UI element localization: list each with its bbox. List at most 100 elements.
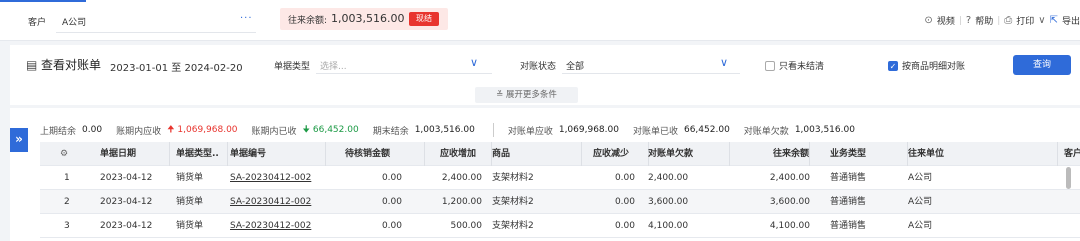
col-unit[interactable]: 往来单位 xyxy=(908,142,1058,166)
chevron-down-icon[interactable]: ∨ xyxy=(720,56,728,69)
arrow-up-icon: 🠉 xyxy=(167,125,175,135)
doc-type-underline xyxy=(316,73,492,74)
only-unsettled-label: 只看未结清 xyxy=(779,62,825,72)
row-index: 3 xyxy=(64,221,70,231)
cell-owed: 3,600.00 xyxy=(648,197,689,207)
col-pending[interactable]: 待核销金额 xyxy=(345,142,425,166)
stmt-owed-value: 1,003,516.00 xyxy=(794,125,855,135)
cell-owed: 2,400.00 xyxy=(648,173,689,183)
period-receivable-value: 🠉 1,069,968.00 xyxy=(167,122,237,138)
doc-no-link[interactable]: SA-20230412-002 xyxy=(230,190,326,214)
help-button[interactable]: 帮助 xyxy=(975,14,993,27)
help-icon: ? xyxy=(965,15,972,26)
balance-value: 1,003,516.00 xyxy=(331,12,405,25)
double-chevron-down-icon: ≚ xyxy=(496,90,504,100)
print-button[interactable]: 打印 xyxy=(1016,14,1034,27)
opening-label: 上期结余 xyxy=(40,126,77,137)
col-balance[interactable]: 往来余额 xyxy=(740,142,810,166)
table-scrollbar[interactable] xyxy=(1066,167,1071,189)
only-unsettled-checkbox[interactable]: 只看未结清 xyxy=(765,59,824,72)
closing-value: 1,003,516.00 xyxy=(414,125,475,135)
col-customer[interactable]: 客户 xyxy=(1064,142,1080,166)
status-select[interactable]: 全部 xyxy=(566,59,584,72)
col-owed[interactable]: 对账单欠款 xyxy=(648,142,730,166)
period-receivable-amount: 1,069,968.00 xyxy=(177,125,238,135)
col-rec-dec[interactable]: 应收减少 xyxy=(593,142,649,166)
date-range[interactable]: 2023-01-01 至 2024-02-20 xyxy=(110,59,243,74)
chevron-down-icon[interactable]: ∨ xyxy=(1038,15,1045,26)
video-button[interactable]: 视频 xyxy=(937,14,955,27)
balance-label: 往来余额: xyxy=(288,16,328,26)
cell-balance: 3,600.00 xyxy=(769,197,810,207)
stmt-owed-label: 对账单欠款 xyxy=(743,126,789,137)
checkbox-box[interactable] xyxy=(765,60,775,71)
table-header: ⚙ 单据日期 单据类型.. 单据编号 待核销金额 应收增加 商品 应收减少 对账… xyxy=(40,142,1080,166)
customer-more-button[interactable]: ··· xyxy=(240,13,253,24)
col-date[interactable]: 单据日期 xyxy=(100,142,170,166)
cell-type: 销货单 xyxy=(176,173,204,183)
customer-label: 客户 xyxy=(28,18,47,28)
cell-rec-inc: 1,200.00 xyxy=(441,197,482,207)
chevron-down-icon[interactable]: ∨ xyxy=(470,56,478,69)
closing-label: 期末结余 xyxy=(372,126,409,137)
cell-rec-dec: 0.00 xyxy=(614,221,635,231)
settings-icon[interactable]: ⚙ xyxy=(60,142,74,166)
col-goods[interactable]: 商品 xyxy=(492,142,582,166)
status-underline xyxy=(562,73,740,74)
stmt-received-label: 对账单已收 xyxy=(632,126,678,137)
stmt-received-value: 66,452.00 xyxy=(683,125,730,135)
cell-type: 销货单 xyxy=(176,221,204,231)
row-index: 2 xyxy=(64,197,70,207)
opening-value: 0.00 xyxy=(82,125,103,135)
stmt-receivable-value: 1,069,968.00 xyxy=(558,125,619,135)
status-label: 对账状态 xyxy=(520,62,557,72)
page-title-text: 查看对账单 xyxy=(41,58,102,72)
cell-unit: A公司 xyxy=(908,221,933,231)
doc-type-select[interactable]: 选择... xyxy=(320,59,490,72)
summary-bar: 上期结余 0.00 账期内应收 🠉 1,069,968.00 账期内已收 🠋 6… xyxy=(40,122,869,138)
toolbar-divider: | xyxy=(997,15,1001,26)
print-icon: ⎙ xyxy=(1004,15,1013,26)
checkmark-icon[interactable]: ✓ xyxy=(888,60,898,71)
content-panel: » 上期结余 0.00 账期内应收 🠉 1,069,968.00 账期内已收 🠋… xyxy=(10,108,1080,241)
table-row[interactable]: 1 2023-04-12 销货单 SA-20230412-002 0.00 2,… xyxy=(40,166,1080,190)
table-row[interactable]: 3 2023-04-12 销货单 SA-20230412-002 0.00 50… xyxy=(40,214,1080,238)
customer-field[interactable]: A公司 xyxy=(62,15,86,28)
cash-settle-button[interactable]: 现结 xyxy=(409,12,439,26)
by-item-label: 按商品明细对账 xyxy=(902,62,966,72)
by-item-checkbox[interactable]: ✓ 按商品明细对账 xyxy=(888,59,965,72)
col-doc-no[interactable]: 单据编号 xyxy=(230,142,326,166)
cell-balance: 4,100.00 xyxy=(769,221,810,231)
row-index: 1 xyxy=(64,173,70,183)
filter-panel: ▤ 查看对账单 2023-01-01 至 2024-02-20 单据类型 选择..… xyxy=(10,45,1080,105)
cell-rec-inc: 2,400.00 xyxy=(441,173,482,183)
balance-box: 往来余额: 1,003,516.00 现结 xyxy=(280,8,448,30)
col-rec-inc[interactable]: 应收增加 xyxy=(440,142,492,166)
export-button[interactable]: 导出 xyxy=(1062,14,1080,27)
doc-no-link[interactable]: SA-20230412-002 xyxy=(230,214,326,238)
query-button[interactable]: 查询 xyxy=(1013,55,1071,75)
cell-date: 2023-04-12 xyxy=(100,197,153,207)
cell-goods: 支架材料2 xyxy=(492,173,534,183)
table-row[interactable]: 2 2023-04-12 销货单 SA-20230412-002 0.00 1,… xyxy=(40,190,1080,214)
col-biz[interactable]: 业务类型 xyxy=(830,142,908,166)
cell-type: 销货单 xyxy=(176,197,204,207)
cell-pending: 0.00 xyxy=(381,173,402,183)
statement-table: ⚙ 单据日期 单据类型.. 单据编号 待核销金额 应收增加 商品 应收减少 对账… xyxy=(40,142,1080,238)
double-chevron-right-icon[interactable]: » xyxy=(10,128,28,152)
period-received-label: 账期内已收 xyxy=(251,126,297,137)
toolbar-divider: | xyxy=(958,15,962,26)
expand-more-button[interactable]: ≚ 展开更多条件 xyxy=(475,87,578,103)
cell-biz: 普通销售 xyxy=(830,197,867,207)
export-icon: ⇱ xyxy=(1049,15,1058,26)
cell-balance: 2,400.00 xyxy=(769,173,810,183)
period-received-value: 🠋 66,452.00 xyxy=(303,122,359,138)
arrow-down-icon: 🠋 xyxy=(302,125,310,135)
toolbar: ⊙ 视频 | ? 帮助 | ⎙ 打印 ∨ ⇱ 导出 xyxy=(924,14,1080,27)
period-receivable-label: 账期内应收 xyxy=(116,126,162,137)
cell-unit: A公司 xyxy=(908,197,933,207)
col-type[interactable]: 单据类型.. xyxy=(176,142,228,166)
doc-no-link[interactable]: SA-20230412-002 xyxy=(230,166,326,190)
cell-goods: 支架材料2 xyxy=(492,197,534,207)
top-bar: 客户 A公司 ··· 往来余额: 1,003,516.00 现结 ⊙ 视频 | … xyxy=(0,0,1080,41)
